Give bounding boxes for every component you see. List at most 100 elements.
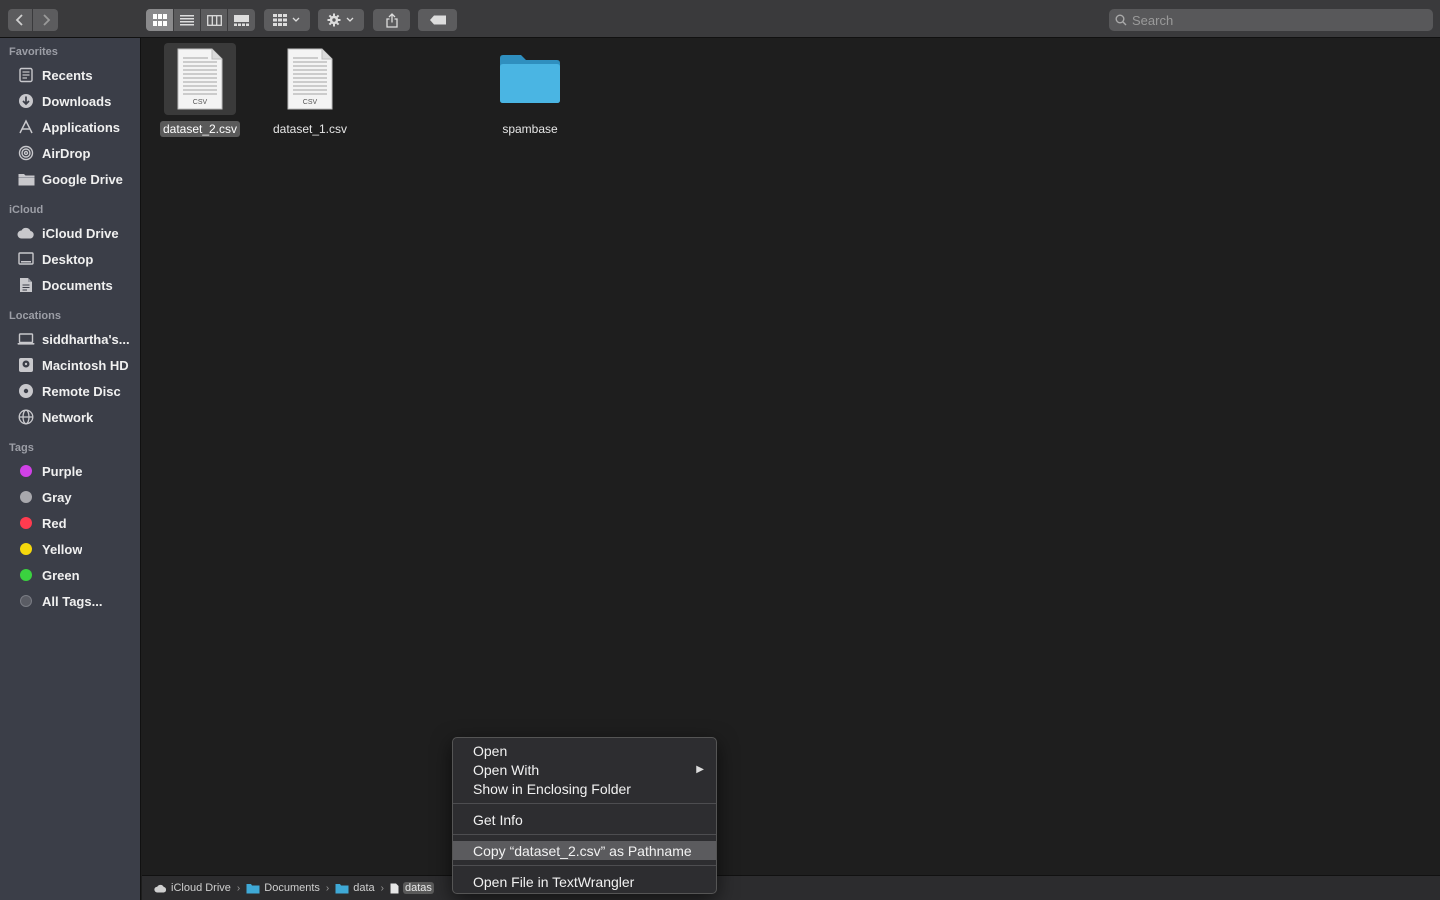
search-input[interactable] bbox=[1132, 12, 1422, 28]
desktop-icon bbox=[17, 250, 35, 268]
sidebar-item-documents[interactable]: Documents bbox=[17, 274, 139, 296]
sidebar-item-label: Green bbox=[42, 567, 80, 583]
tag-dot-icon bbox=[17, 566, 35, 584]
sidebar-item-label: AirDrop bbox=[42, 145, 91, 161]
sidebar-item-label: All Tags... bbox=[42, 593, 103, 609]
menu-item-open-with[interactable]: Open With ▶ bbox=[453, 760, 716, 779]
sidebar-item-airdrop[interactable]: AirDrop bbox=[17, 142, 139, 164]
edit-tags-button[interactable] bbox=[418, 9, 457, 31]
folder-item-spambase[interactable]: spambase bbox=[480, 43, 580, 138]
action-menu bbox=[318, 9, 364, 31]
submenu-arrow-icon: ▶ bbox=[696, 764, 704, 775]
gear-icon bbox=[327, 13, 354, 27]
csv-file-icon: CSV bbox=[164, 43, 236, 115]
all-tags-icon bbox=[17, 592, 35, 610]
folder-icon bbox=[335, 883, 349, 894]
sidebar-item-label: Google Drive bbox=[42, 171, 123, 187]
sidebar-item-label: Remote Disc bbox=[42, 383, 121, 399]
file-name: dataset_1.csv bbox=[272, 122, 348, 136]
sidebar-item-label: Desktop bbox=[42, 251, 94, 267]
sidebar-item-google-drive[interactable]: Google Drive bbox=[17, 168, 139, 190]
tags-group bbox=[418, 9, 457, 31]
sidebar-item-icloud-drive[interactable]: iCloud Drive bbox=[17, 222, 139, 244]
sidebar-item-label: Downloads bbox=[42, 93, 112, 109]
search-field[interactable] bbox=[1109, 9, 1433, 31]
menu-item-label: Open With bbox=[473, 761, 540, 778]
recents-icon bbox=[17, 66, 35, 84]
path-item-data[interactable]: data bbox=[335, 882, 375, 894]
column-view-button[interactable] bbox=[201, 9, 228, 31]
sidebar-item-macintosh-hd[interactable]: Macintosh HD bbox=[17, 354, 139, 376]
sidebar: Favorites Recents Downloads Applications… bbox=[0, 38, 141, 900]
tag-dot-icon bbox=[17, 488, 35, 506]
menu-item-show-in-enclosing-folder[interactable]: Show in Enclosing Folder bbox=[453, 779, 716, 798]
sidebar-tag-gray[interactable]: Gray bbox=[17, 486, 139, 508]
sidebar-item-label: Applications bbox=[42, 119, 121, 135]
view-mode-buttons bbox=[146, 9, 255, 31]
gallery-view-button[interactable] bbox=[228, 9, 255, 31]
menu-item-label: Open bbox=[473, 742, 508, 759]
laptop-icon bbox=[17, 330, 35, 348]
chevron-right-icon: › bbox=[236, 882, 241, 894]
globe-icon bbox=[17, 408, 35, 426]
menu-item-open-in-textwrangler[interactable]: Open File in TextWrangler bbox=[453, 872, 716, 891]
sidebar-tag-red[interactable]: Red bbox=[17, 512, 139, 534]
folder-icon bbox=[17, 170, 35, 188]
cloud-icon bbox=[154, 884, 167, 893]
menu-item-open[interactable]: Open bbox=[453, 741, 716, 760]
sidebar-item-remote-disc[interactable]: Remote Disc bbox=[17, 380, 139, 402]
menu-item-label: Get Info bbox=[473, 811, 523, 828]
sidebar-tag-green[interactable]: Green bbox=[17, 564, 139, 586]
tag-dot-icon bbox=[17, 462, 35, 480]
sidebar-item-label: Yellow bbox=[42, 541, 83, 557]
sidebar-item-network[interactable]: Network bbox=[17, 406, 139, 428]
sidebar-item-desktop[interactable]: Desktop bbox=[17, 248, 139, 270]
path-item-current-file[interactable]: datas bbox=[390, 882, 434, 894]
downloads-icon bbox=[17, 92, 35, 110]
sidebar-tag-purple[interactable]: Purple bbox=[17, 460, 139, 482]
path-item-documents[interactable]: Documents bbox=[246, 882, 320, 894]
back-button[interactable] bbox=[8, 9, 33, 31]
share-button[interactable] bbox=[373, 9, 410, 31]
sidebar-item-recents[interactable]: Recents bbox=[17, 64, 139, 86]
sidebar-section-favorites: Favorites bbox=[9, 46, 58, 58]
file-item-dataset-1[interactable]: CSV dataset_1.csv bbox=[260, 43, 360, 138]
forward-button[interactable] bbox=[33, 9, 58, 31]
menu-item-copy-as-pathname[interactable]: Copy “dataset_2.csv” as Pathname bbox=[453, 841, 716, 860]
menu-item-label: Copy “dataset_2.csv” as Pathname bbox=[473, 842, 692, 859]
sidebar-tag-yellow[interactable]: Yellow bbox=[17, 538, 139, 560]
sidebar-item-label: iCloud Drive bbox=[42, 225, 119, 241]
icon-view-button[interactable] bbox=[146, 9, 174, 31]
applications-icon bbox=[17, 118, 35, 136]
tag-dot-icon bbox=[17, 540, 35, 558]
tag-icon bbox=[429, 15, 446, 25]
menu-item-label: Open File in TextWrangler bbox=[473, 873, 635, 890]
sidebar-item-label: siddhartha's... bbox=[42, 331, 130, 347]
menu-item-get-info[interactable]: Get Info bbox=[453, 810, 716, 829]
list-icon bbox=[180, 14, 194, 25]
path-label: data bbox=[353, 882, 375, 894]
sidebar-item-applications[interactable]: Applications bbox=[17, 116, 139, 138]
folder-icon bbox=[246, 883, 260, 894]
search-icon bbox=[1115, 14, 1127, 26]
chevron-right-icon: › bbox=[325, 882, 330, 894]
group-by-button[interactable] bbox=[264, 9, 310, 31]
menu-separator bbox=[453, 834, 716, 835]
sidebar-item-label: Recents bbox=[42, 67, 93, 83]
menu-separator bbox=[453, 865, 716, 866]
file-item-dataset-2[interactable]: CSV dataset_2.csv bbox=[150, 43, 250, 138]
sidebar-section-icloud: iCloud bbox=[9, 204, 44, 216]
gallery-icon bbox=[234, 14, 249, 26]
document-icon bbox=[390, 883, 399, 894]
sidebar-item-this-mac[interactable]: siddhartha's... bbox=[17, 328, 139, 350]
navigation-buttons bbox=[8, 9, 58, 31]
path-item-icloud-drive[interactable]: iCloud Drive bbox=[154, 882, 231, 894]
sidebar-all-tags[interactable]: All Tags... bbox=[17, 590, 139, 612]
sidebar-section-locations: Locations bbox=[9, 310, 61, 322]
list-view-button[interactable] bbox=[174, 9, 201, 31]
action-button[interactable] bbox=[318, 9, 364, 31]
sidebar-item-downloads[interactable]: Downloads bbox=[17, 90, 139, 112]
sidebar-item-label: Documents bbox=[42, 277, 113, 293]
path-label: Documents bbox=[264, 882, 320, 894]
folder-name: spambase bbox=[502, 122, 558, 136]
